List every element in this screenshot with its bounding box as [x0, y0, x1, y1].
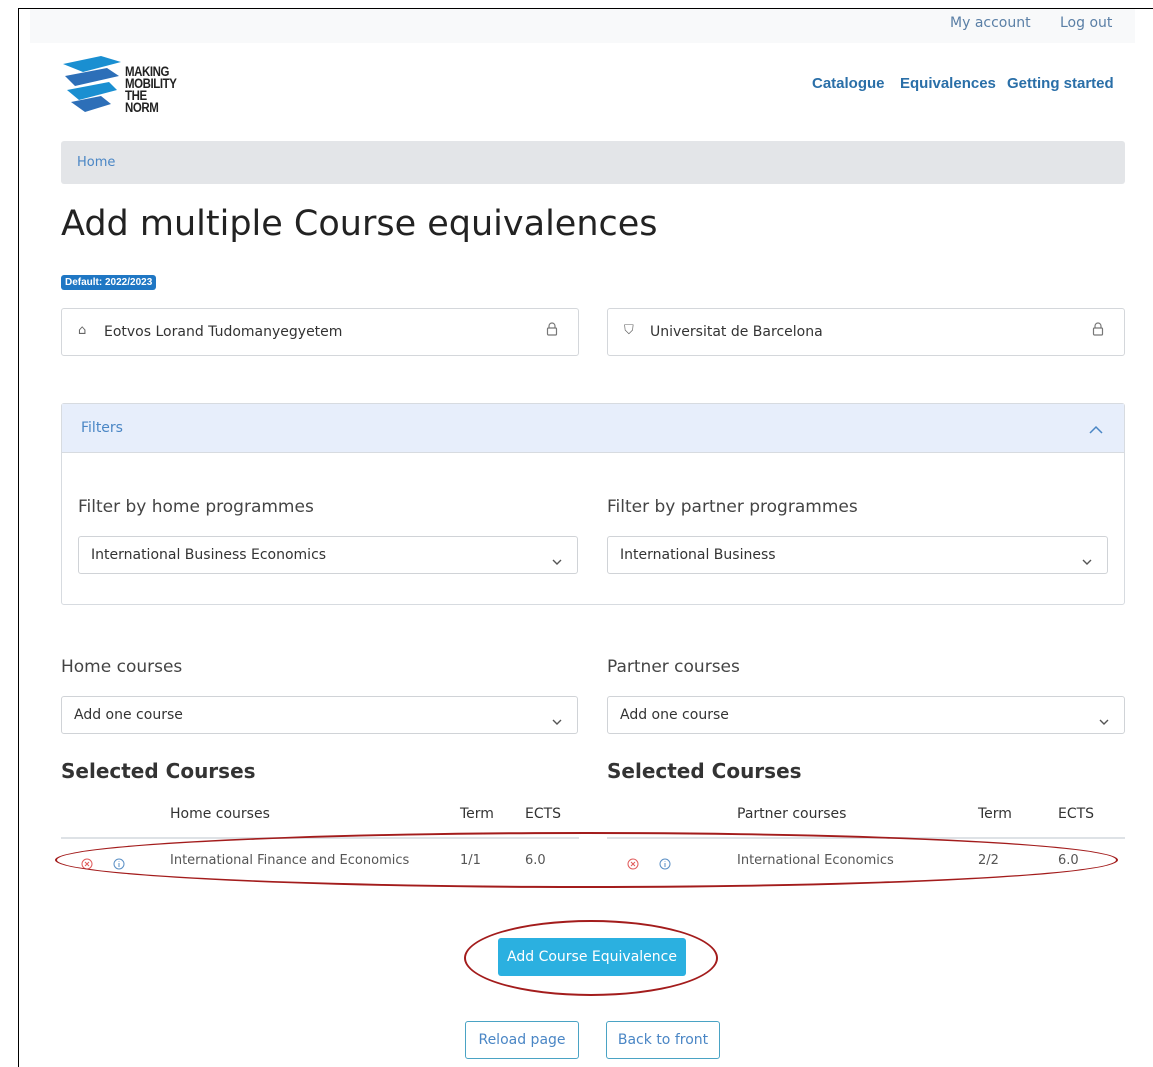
- home-courses-label: Home courses: [61, 657, 183, 677]
- handshake-icon: ⛉: [624, 323, 634, 338]
- nav-getting-started[interactable]: Getting started: [1007, 75, 1114, 92]
- home-ects-column-header: ECTS: [525, 806, 562, 822]
- home-icon: ⌂: [78, 323, 87, 338]
- chevron-up-icon[interactable]: [1088, 420, 1104, 439]
- home-courses-column-header: Home courses: [170, 806, 270, 822]
- my-account-link[interactable]: My account: [950, 15, 1031, 31]
- home-selected-heading: Selected Courses: [61, 759, 256, 783]
- back-to-front-button[interactable]: Back to front: [606, 1021, 720, 1059]
- home-university-field: ⌂ Eotvos Lorand Tudomanyegyetem: [61, 308, 579, 356]
- filters-title: Filters: [81, 420, 123, 436]
- home-courses-select[interactable]: Add one course: [61, 696, 578, 734]
- partner-ects-column-header: ECTS: [1058, 806, 1095, 822]
- partner-university-name: Universitat de Barcelona: [650, 324, 823, 340]
- home-programmes-select[interactable]: International Business Economics: [78, 536, 578, 574]
- partner-programmes-label: Filter by partner programmes: [607, 497, 858, 517]
- breadcrumb: Home: [61, 141, 1125, 184]
- partner-courses-column-header: Partner courses: [737, 806, 847, 822]
- chevron-down-icon: [551, 551, 563, 570]
- logo-text: MAKING MOBILITY THE NORM: [125, 64, 177, 115]
- nav-catalogue[interactable]: Catalogue: [812, 75, 885, 92]
- annotation-ellipse-row: [55, 832, 1118, 888]
- filters-header[interactable]: Filters: [62, 404, 1124, 453]
- chevron-down-icon: [1081, 551, 1093, 570]
- partner-programmes-value: International Business: [620, 547, 776, 563]
- page-title: Add multiple Course equivalences: [61, 204, 658, 244]
- breadcrumb-home-link[interactable]: Home: [77, 155, 115, 170]
- partner-courses-select[interactable]: Add one course: [607, 696, 1125, 734]
- partner-programmes-select[interactable]: International Business: [607, 536, 1108, 574]
- academic-year-badge: Default: 2022/2023: [61, 275, 157, 290]
- log-out-link[interactable]: Log out: [1060, 15, 1112, 31]
- lock-icon: [546, 321, 558, 340]
- screenshot-border-left: [18, 8, 19, 1067]
- lock-icon: [1092, 321, 1104, 340]
- partner-selected-heading: Selected Courses: [607, 759, 802, 783]
- partner-courses-label: Partner courses: [607, 657, 740, 677]
- home-programmes-value: International Business Economics: [91, 547, 327, 563]
- partner-courses-placeholder: Add one course: [620, 707, 729, 723]
- home-courses-placeholder: Add one course: [74, 707, 183, 723]
- reload-page-button[interactable]: Reload page: [465, 1021, 579, 1059]
- logo-mark-icon: [63, 56, 121, 112]
- partner-university-field: ⛉ Universitat de Barcelona: [607, 308, 1125, 356]
- annotation-ellipse-button: [464, 920, 718, 996]
- chevron-down-icon: [1098, 711, 1110, 730]
- home-term-column-header: Term: [460, 806, 494, 822]
- home-programmes-label: Filter by home programmes: [78, 497, 314, 517]
- home-university-name: Eotvos Lorand Tudomanyegyetem: [104, 324, 343, 340]
- partner-term-column-header: Term: [978, 806, 1012, 822]
- chevron-down-icon: [551, 711, 563, 730]
- logo[interactable]: MAKING MOBILITY THE NORM: [61, 54, 191, 114]
- nav-equivalences[interactable]: Equivalences: [900, 75, 996, 92]
